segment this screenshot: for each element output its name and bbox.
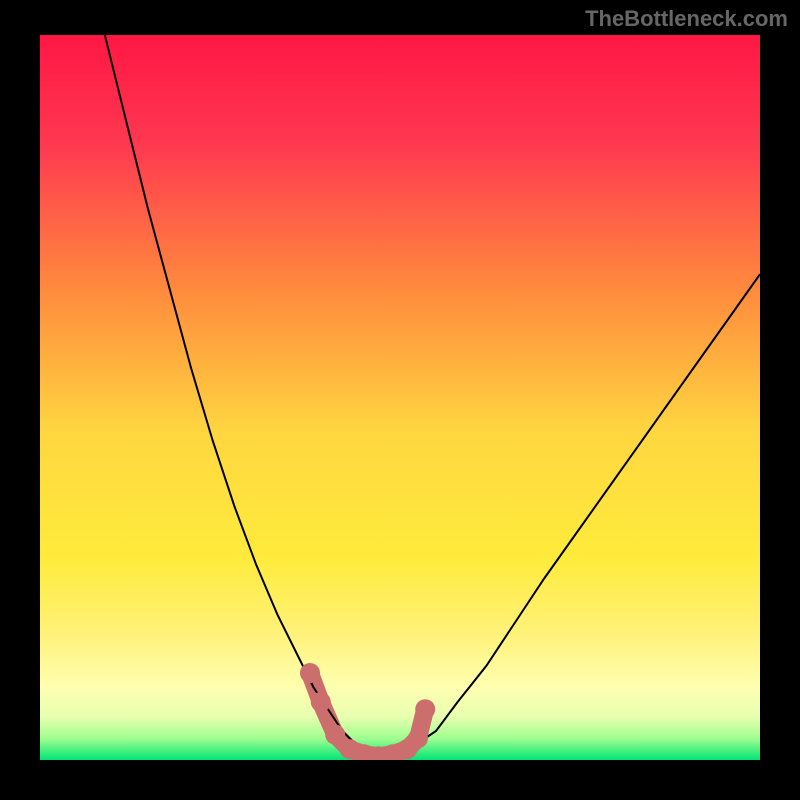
data-marker	[325, 725, 345, 745]
chart-container: TheBottleneck.com	[0, 0, 800, 800]
data-marker	[300, 663, 320, 683]
data-marker	[408, 728, 428, 748]
bottleneck-curve	[105, 35, 760, 756]
plot-area	[40, 35, 760, 760]
curve-layer	[40, 35, 760, 760]
data-marker	[415, 699, 435, 719]
watermark-text: TheBottleneck.com	[585, 6, 788, 32]
data-marker	[311, 692, 331, 712]
